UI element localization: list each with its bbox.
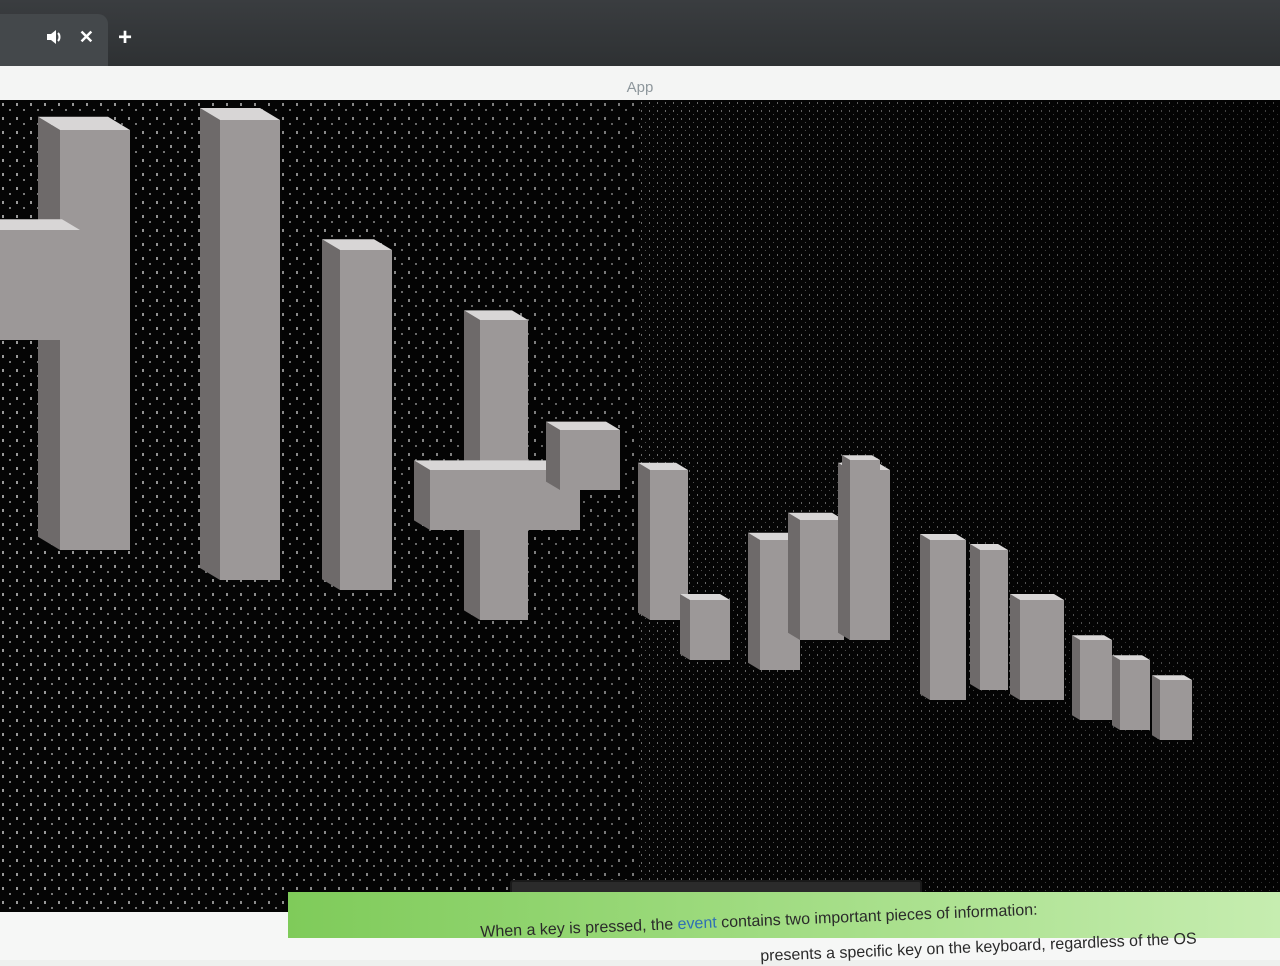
document-area: When a key is pressed, the event contain… bbox=[0, 892, 1280, 965]
browser-tab-strip: ✕ + bbox=[0, 0, 1280, 66]
browser-tab[interactable]: ✕ bbox=[0, 14, 108, 66]
glyph-block bbox=[1152, 675, 1192, 740]
new-tab-button[interactable]: + bbox=[118, 26, 132, 50]
game-canvas[interactable] bbox=[0, 100, 1280, 912]
voxel-scene[interactable] bbox=[0, 100, 1280, 912]
glyph-block bbox=[1112, 655, 1150, 730]
event-link[interactable]: event bbox=[677, 915, 717, 934]
pillar bbox=[200, 108, 280, 580]
cross-arm bbox=[546, 421, 620, 490]
glyph-block bbox=[1072, 635, 1112, 720]
glyph-block bbox=[788, 512, 844, 640]
glyph-block bbox=[842, 455, 880, 490]
glyph-block bbox=[1010, 594, 1064, 700]
pillar bbox=[322, 239, 392, 590]
glyph-block bbox=[680, 594, 730, 660]
crossbar bbox=[0, 219, 80, 340]
close-icon[interactable]: ✕ bbox=[79, 28, 94, 46]
glyph-block bbox=[970, 544, 1008, 690]
speaker-icon[interactable] bbox=[45, 28, 63, 49]
glyph-block bbox=[920, 534, 966, 700]
